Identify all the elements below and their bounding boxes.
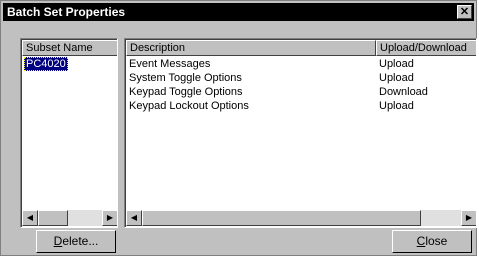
table-row-description[interactable]: Event Messages [129,57,210,71]
delete-button[interactable]: Delete... [36,230,116,253]
table-row-direction[interactable]: Upload [379,57,414,71]
upload-download-column-header[interactable]: Upload/Download [376,40,476,56]
table-row-direction[interactable]: Upload [379,99,414,113]
scroll-thumb[interactable] [38,210,68,226]
subset-list[interactable]: Subset Name PC4020 ◀ ▶ [20,38,118,228]
table-row-direction[interactable]: Download [379,85,428,99]
subset-list-inner: Subset Name PC4020 ◀ ▶ [21,39,117,227]
close-button[interactable]: Close [392,230,472,253]
scroll-left-icon[interactable]: ◀ [126,210,142,226]
close-label: lose [425,234,448,248]
table-row-description[interactable]: Keypad Lockout Options [129,99,249,113]
subset-item-pc4020[interactable]: PC4020 [24,57,68,71]
subset-name-header[interactable]: Subset Name [22,40,117,56]
delete-mnemonic: D [53,234,63,248]
subset-horizontal-scrollbar[interactable]: ◀ ▶ [22,210,117,226]
table-row-description[interactable]: Keypad Toggle Options [129,85,243,99]
subset-item-label: PC4020 [24,57,68,71]
title-bar[interactable]: Batch Set Properties ✕ [3,3,474,21]
window-title: Batch Set Properties [7,5,126,19]
description-column-header[interactable]: Description [126,40,376,56]
table-row-description[interactable]: System Toggle Options [129,71,242,85]
properties-table-inner: Description Upload/Download Event Messag… [125,39,476,227]
scroll-left-icon[interactable]: ◀ [22,210,38,226]
table-row-direction[interactable]: Upload [379,71,414,85]
batch-set-properties-dialog: Batch Set Properties ✕ Subset Name PC402… [0,0,477,256]
scroll-right-icon[interactable]: ▶ [102,210,117,226]
scroll-thumb[interactable] [142,210,421,226]
scroll-right-icon[interactable]: ▶ [461,210,476,226]
delete-label: elete... [62,234,99,248]
table-horizontal-scrollbar[interactable]: ◀ ▶ [126,210,476,226]
properties-table[interactable]: Description Upload/Download Event Messag… [124,38,477,228]
close-window-button[interactable]: ✕ [457,5,472,19]
